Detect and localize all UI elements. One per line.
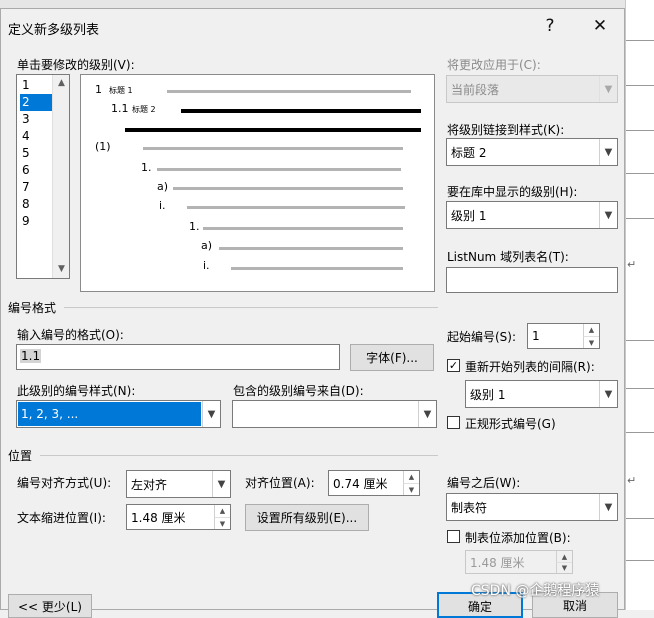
preview-line-selected: [181, 109, 421, 113]
include-level-combo[interactable]: ▼: [232, 400, 437, 428]
format-field-code: 1.1: [20, 349, 42, 363]
font-button[interactable]: 字体(F)...: [350, 344, 434, 371]
listnum-input[interactable]: [446, 267, 618, 293]
listnum-label: ListNum 域列表名(T):: [447, 250, 569, 264]
spin-up-icon[interactable]: ▲: [214, 505, 230, 517]
text-indent-spinner[interactable]: 1.48 厘米 ▲ ▼: [126, 504, 231, 530]
aligned-at-spinner[interactable]: 0.74 厘米 ▲ ▼: [328, 470, 420, 496]
text-indent-label: 文本缩进位置(I):: [17, 511, 106, 525]
preview-line: [173, 187, 403, 190]
dropdown-arrow-icon[interactable]: ▼: [599, 494, 617, 520]
preview-line: [203, 227, 403, 230]
dropdown-arrow-icon[interactable]: ▼: [599, 139, 617, 165]
preview-line: [219, 247, 403, 250]
background-document: [625, 0, 654, 610]
preview-line: [187, 206, 405, 209]
link-style-combo[interactable]: 标题 2 ▼: [446, 138, 618, 166]
spin-down-icon[interactable]: ▼: [214, 517, 230, 529]
preview-level-2: 1.1 标题 2: [111, 102, 156, 115]
preview-level-3: (1): [95, 140, 111, 153]
preview-level-9: i.: [203, 259, 210, 272]
spin-up-icon: ▲: [556, 551, 572, 562]
level-listbox[interactable]: 1 2 3 4 5 6 7 8 9 ▲ ▼: [16, 74, 70, 279]
number-style-label: 此级别的编号样式(N):: [17, 384, 136, 398]
gallery-level-combo[interactable]: 级别 1 ▼: [446, 201, 618, 229]
position-section-label: 位置: [8, 449, 33, 463]
help-button[interactable]: ?: [535, 13, 565, 39]
restart-level-combo[interactable]: 级别 1 ▼: [465, 380, 618, 408]
follow-number-label: 编号之后(W):: [447, 476, 521, 490]
spin-down-icon[interactable]: ▼: [583, 336, 599, 348]
preview-line: [167, 90, 411, 93]
tab-stop-checkbox[interactable]: [447, 530, 460, 543]
preview-line: [157, 168, 401, 171]
dropdown-arrow-icon[interactable]: ▼: [212, 471, 230, 497]
dropdown-arrow-icon[interactable]: ▼: [599, 381, 617, 407]
preview-line: [231, 267, 403, 270]
spin-down-icon[interactable]: ▼: [403, 483, 419, 495]
less-button[interactable]: << 更少(L): [8, 594, 92, 618]
gallery-level-label: 要在库中显示的级别(H):: [447, 185, 578, 199]
apply-to-combo: 当前段落 ▼: [446, 75, 618, 103]
tab-stop-spinner: 1.48 厘米 ▲ ▼: [465, 550, 573, 574]
format-label: 输入编号的格式(O):: [17, 328, 124, 342]
legal-style-label: 正规形式编号(G): [465, 417, 556, 431]
link-style-label: 将级别链接到样式(K):: [447, 123, 565, 137]
tab-stop-label: 制表位添加位置(B):: [465, 531, 571, 545]
level-list-scrollbar[interactable]: ▲ ▼: [52, 75, 69, 278]
restart-label: 重新开始列表的间隔(R):: [465, 360, 595, 374]
aligned-at-label: 对齐位置(A):: [245, 476, 315, 490]
dropdown-arrow-icon[interactable]: ▼: [202, 401, 220, 427]
dropdown-arrow-icon[interactable]: ▼: [418, 401, 436, 427]
list-preview: 1 标题 1 1.1 标题 2 (1) 1. a) i. 1. a) i.: [80, 74, 435, 292]
spin-up-icon[interactable]: ▲: [403, 471, 419, 483]
watermark: CSDN @企鹅程序猿: [471, 583, 600, 599]
include-level-label: 包含的级别编号来自(D):: [233, 384, 364, 398]
section-divider: [40, 455, 438, 456]
start-at-spinner[interactable]: 1 ▲ ▼: [527, 323, 600, 349]
paragraph-mark-icon: ↵: [627, 258, 637, 271]
level-list-label: 单击要修改的级别(V):: [17, 58, 135, 72]
alignment-label: 编号对齐方式(U):: [17, 476, 112, 490]
apply-to-label: 将更改应用于(C):: [447, 58, 541, 72]
follow-number-combo[interactable]: 制表符 ▼: [446, 493, 618, 521]
number-style-combo[interactable]: 1, 2, 3, ... ▼: [16, 400, 221, 428]
preview-level-6: i.: [159, 199, 166, 212]
preview-line: [143, 147, 403, 150]
paragraph-mark-icon: ↵: [627, 474, 637, 487]
number-format-section-label: 编号格式: [8, 301, 57, 315]
preview-level-5: a): [157, 180, 169, 193]
scroll-down-arrow-icon[interactable]: ▼: [53, 261, 70, 278]
legal-style-checkbox[interactable]: [447, 416, 460, 429]
preview-level-4: 1.: [141, 161, 152, 174]
preview-level-8: a): [201, 239, 213, 252]
preview-level-1: 1 标题 1: [95, 83, 133, 96]
spin-down-icon: ▼: [556, 562, 572, 573]
restart-checkbox[interactable]: ✓: [447, 359, 460, 372]
start-at-label: 起始编号(S):: [447, 330, 517, 344]
background-toolbar-strip: [0, 0, 625, 8]
spin-up-icon[interactable]: ▲: [583, 324, 599, 336]
dialog-title: 定义新多级列表: [8, 23, 100, 38]
preview-level-7: 1.: [189, 220, 200, 233]
set-all-levels-button[interactable]: 设置所有级别(E)...: [245, 504, 369, 531]
close-button[interactable]: ✕: [585, 13, 615, 39]
scroll-up-arrow-icon[interactable]: ▲: [53, 75, 70, 92]
section-divider: [64, 307, 438, 308]
dropdown-arrow-icon[interactable]: ▼: [599, 202, 617, 228]
dropdown-arrow-icon: ▼: [599, 76, 617, 102]
alignment-combo[interactable]: 左对齐 ▼: [126, 470, 231, 498]
preview-line-selected: [125, 128, 421, 132]
number-format-input[interactable]: 1.1: [16, 344, 340, 370]
